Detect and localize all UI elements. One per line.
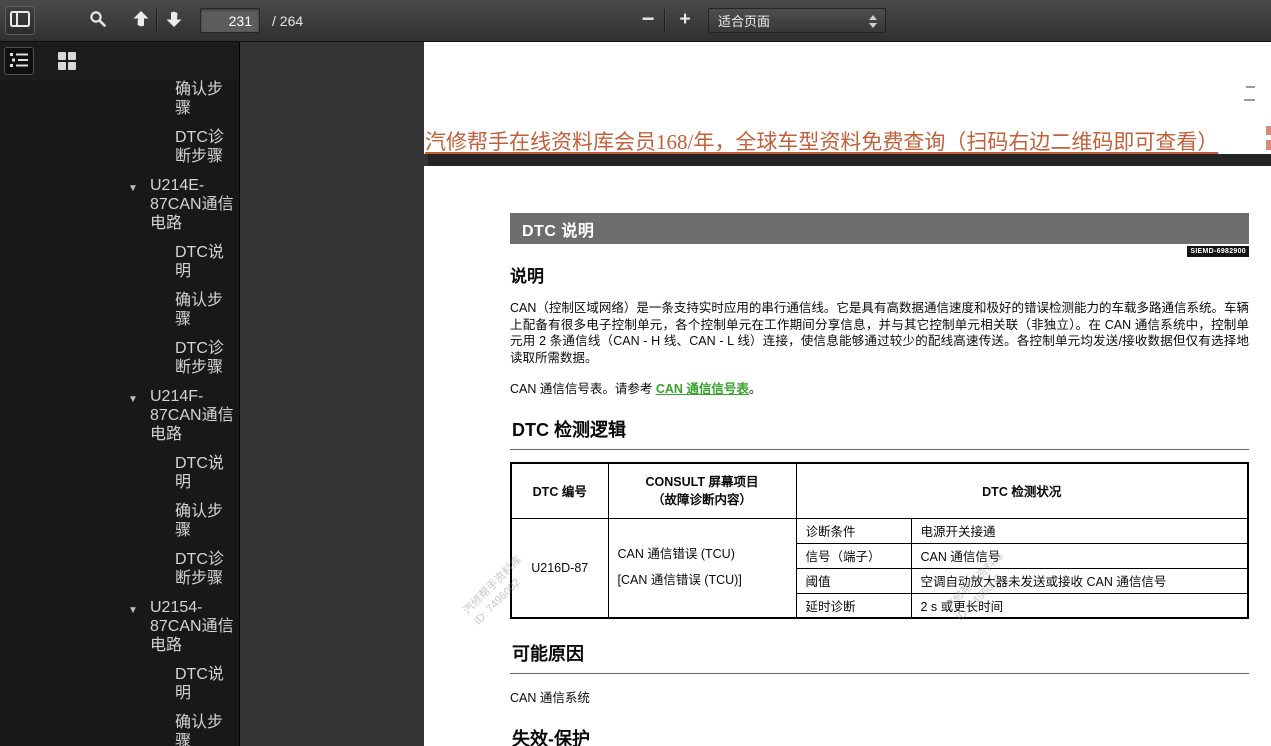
doc-code-row: SIEMD-6982900: [510, 244, 1249, 254]
outline-item[interactable]: ▼ U2154-87CAN通信电路: [0, 598, 238, 655]
document-content: DTC 说明 SIEMD-6982900 说明 CAN（控制区域网络）是一条支持…: [510, 166, 1249, 746]
fail-safe-heading: 失效-保护: [510, 725, 1249, 746]
search-icon: [89, 10, 107, 31]
outline-item-label: DTC诊断步骤: [175, 550, 231, 588]
outline-item[interactable]: 确认步骤: [0, 713, 238, 746]
arrow-down-icon: [164, 9, 184, 32]
outline-item[interactable]: DTC诊断步骤: [0, 339, 238, 377]
condition-value: 电源开关接通: [911, 518, 1248, 543]
collapse-triangle-icon[interactable]: ▼: [128, 179, 138, 198]
toggle-sidebar-button[interactable]: [5, 6, 35, 35]
condition-label: 延时诊断: [796, 593, 911, 618]
page-edge-fragment: [1266, 140, 1271, 150]
can-signal-table-link[interactable]: CAN 通信信号表: [656, 382, 749, 396]
outline-item-label: 确认步骤: [175, 291, 231, 329]
outline-item[interactable]: DTC说明: [0, 243, 238, 281]
outline-item[interactable]: DTC说明: [0, 454, 238, 492]
zoom-in-button[interactable]: +: [674, 6, 696, 35]
description-heading: 说明: [510, 262, 1249, 287]
sidebar: 确认步骤DTC诊断步骤▼U214E-87CAN通信电路DTC说明确认步骤DTC诊…: [0, 42, 240, 746]
outline-item-label: 确认步骤: [175, 713, 231, 746]
section-title: DTC 说明: [522, 217, 594, 241]
outline-list: 确认步骤DTC诊断步骤▼U214E-87CAN通信电路DTC说明确认步骤DTC诊…: [0, 80, 238, 746]
possible-cause-heading: 可能原因: [510, 640, 1249, 674]
description-paragraph: CAN（控制区域网络）是一条支持实时应用的串行通信线。它是具有高数据通信速度和极…: [510, 300, 1249, 366]
ad-banner-link[interactable]: 汽修帮手在线资料库会员168/年，全球车型资料免费查询（扫码右边二维码即可查看）: [425, 126, 1218, 154]
collapse-triangle-icon[interactable]: ▼: [128, 601, 138, 620]
outline-item[interactable]: 确认步骤: [0, 291, 238, 329]
outline-item[interactable]: DTC诊断步骤: [0, 128, 238, 166]
toolbar-separator: [664, 9, 665, 33]
zoom-select-value: 适合页面: [718, 11, 770, 30]
condition-value: 2 s 或更长时间: [911, 593, 1248, 618]
outline-item-label: DTC说明: [175, 454, 231, 492]
next-page-button[interactable]: [161, 6, 187, 35]
arrow-up-icon: [131, 9, 151, 32]
search-button[interactable]: [84, 6, 112, 35]
condition-label: 诊断条件: [796, 518, 911, 543]
outline-item[interactable]: DTC诊断步骤: [0, 550, 238, 588]
zoom-out-button[interactable]: −: [637, 6, 659, 35]
outline-item[interactable]: 确认步骤: [0, 80, 238, 118]
toolbar-separator: [156, 9, 157, 33]
outline-item-label: DTC说明: [175, 243, 231, 281]
outline-item-label: DTC说明: [175, 665, 231, 703]
collapse-triangle-icon[interactable]: ▼: [128, 390, 138, 409]
outline-list-icon: [10, 52, 28, 71]
condition-label: 阈值: [796, 568, 911, 593]
dtc-detection-table: DTC 编号 CONSULT 屏幕项目 （故障诊断内容） DTC 检测状况 U2…: [510, 462, 1249, 619]
outline-item[interactable]: DTC说明: [0, 665, 238, 703]
outline-item[interactable]: ▼ U214E-87CAN通信电路: [0, 176, 238, 233]
outline-item-label: 确认步骤: [175, 80, 231, 118]
outline-item-label: DTC诊断步骤: [175, 128, 231, 166]
outline-item-label: DTC诊断步骤: [175, 339, 231, 377]
doc-code: SIEMD-6982900: [1187, 246, 1249, 257]
header-consult-item: CONSULT 屏幕项目 （故障诊断内容）: [608, 463, 796, 518]
outline-item-label: U214F-87CAN通信电路: [150, 387, 238, 444]
dtc-table-body: U216D-87 CAN 通信错误 (TCU) [CAN 通信错误 (TCU)]…: [511, 518, 1248, 618]
previous-page-button[interactable]: [128, 6, 154, 35]
condition-value: CAN 通信信号: [911, 543, 1248, 568]
page-number-input[interactable]: [200, 8, 260, 33]
possible-cause-text: CAN 通信系统: [510, 687, 1249, 706]
section-title-bar: DTC 说明: [510, 213, 1249, 244]
reference-suffix: 。: [749, 382, 762, 396]
dtc-number-cell: U216D-87: [511, 518, 608, 618]
sidebar-toolbar: [0, 42, 239, 80]
sidebar-toggle-icon: [10, 11, 30, 30]
page-count-label: / 264: [272, 13, 303, 29]
table-header-row: DTC 编号 CONSULT 屏幕项目 （故障诊断内容） DTC 检测状况: [511, 463, 1248, 518]
reference-prefix: CAN 通信信号表。请参考: [510, 382, 656, 396]
header-dtc-number: DTC 编号: [511, 463, 608, 518]
consult-item-cell: CAN 通信错误 (TCU) [CAN 通信错误 (TCU)]: [608, 518, 796, 618]
pdf-viewer-toolbar: / 264 − + 适合页面: [0, 0, 1271, 42]
outline-item-label: 确认步骤: [175, 502, 231, 540]
header-detection-status: DTC 检测状况: [796, 463, 1248, 518]
outline-item[interactable]: 确认步骤: [0, 502, 238, 540]
outline-item-label: U2154-87CAN通信电路: [150, 598, 238, 655]
condition-value: 空调自动放大器未发送或接收 CAN 通信信号: [911, 568, 1248, 593]
page-edge-fragment: [1244, 99, 1255, 101]
outline-item[interactable]: ▼ U214F-87CAN通信电路: [0, 387, 238, 444]
condition-row: U216D-87 CAN 通信错误 (TCU) [CAN 通信错误 (TCU)]…: [511, 518, 1248, 543]
outline-item-label: U214E-87CAN通信电路: [150, 176, 238, 233]
outline-view-button[interactable]: [4, 47, 34, 75]
zoom-select[interactable]: 适合页面: [708, 8, 886, 33]
page-gap: [428, 154, 1271, 166]
select-spinner-icon: [869, 15, 877, 28]
reference-line: CAN 通信信号表。请参考 CAN 通信信号表。: [510, 378, 1249, 397]
page-edge-fragment: [1246, 86, 1255, 88]
page-edge-fragment: [1266, 126, 1271, 135]
thumbnails-view-button[interactable]: [52, 47, 82, 75]
pdf-page-previous: 汽修帮手在线资料库会员168/年，全球车型资料免费查询（扫码右边二维码即可查看）: [424, 42, 1271, 154]
thumbnails-grid-icon: [58, 52, 76, 70]
pdf-page-current: DTC 说明 SIEMD-6982900 说明 CAN（控制区域网络）是一条支持…: [424, 166, 1271, 746]
condition-label: 信号（端子）: [796, 543, 911, 568]
dtc-logic-heading: DTC 检测逻辑: [510, 416, 1249, 450]
